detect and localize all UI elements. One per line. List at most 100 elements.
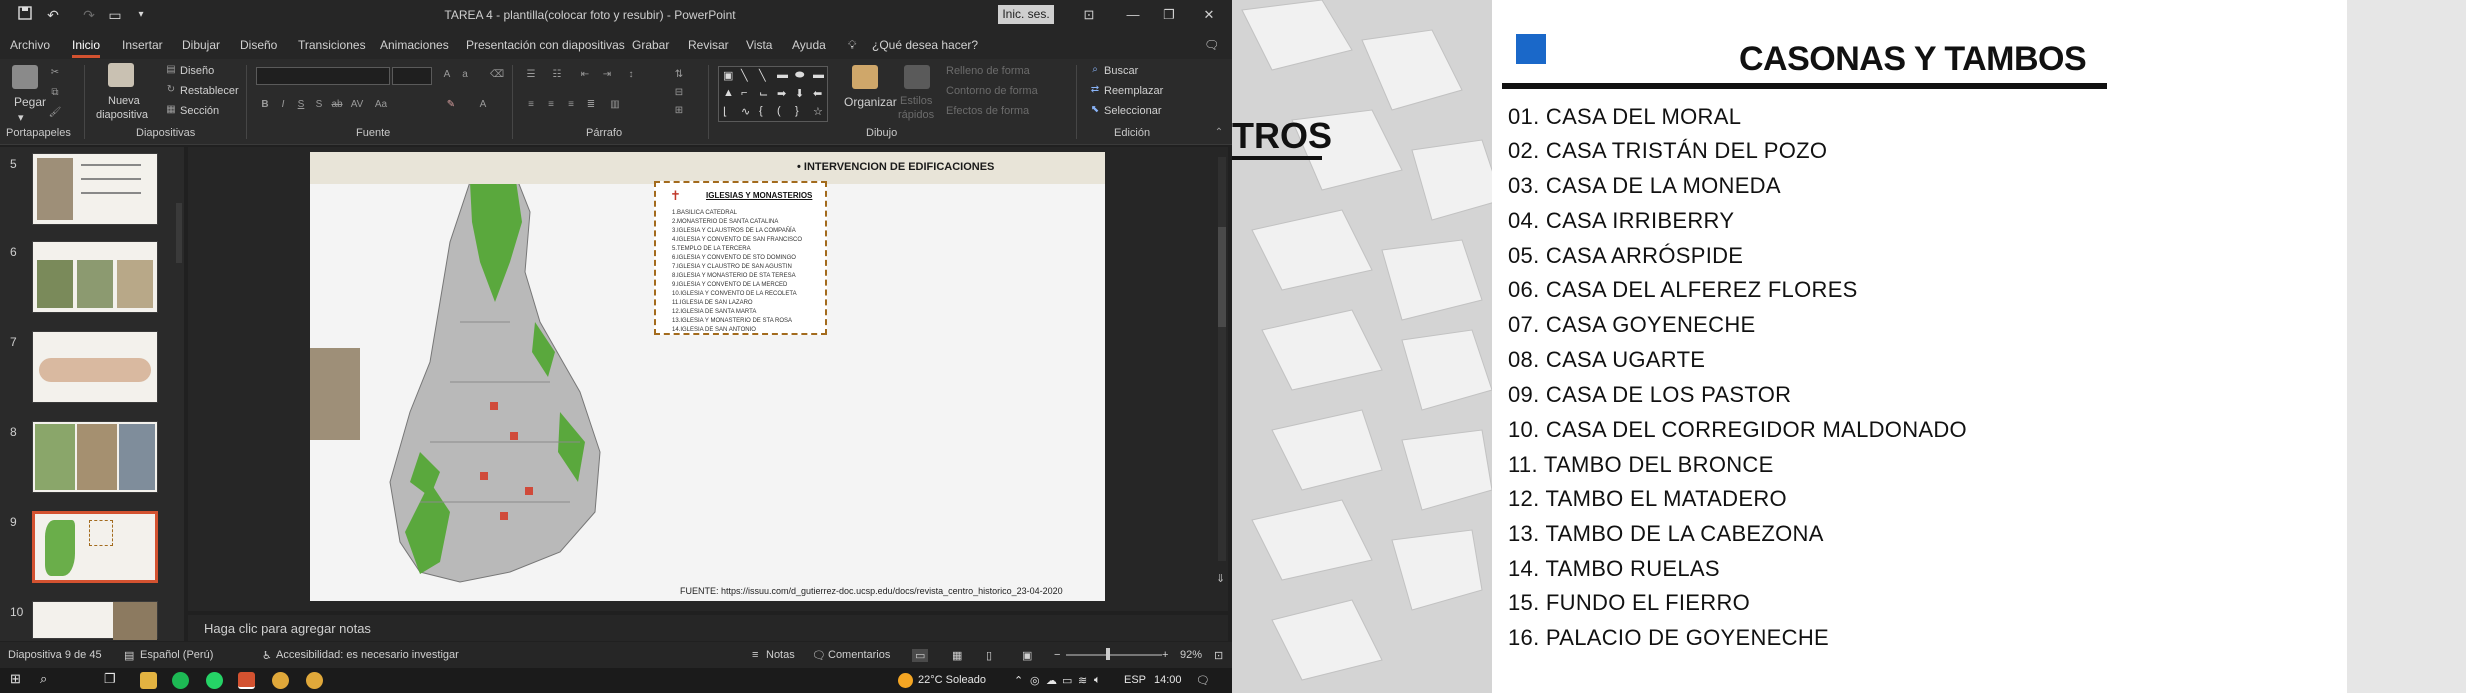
shape-elbow-icon[interactable]: ⌐ (741, 87, 747, 99)
shadow-icon[interactable]: S (312, 99, 326, 111)
zoom-in-button[interactable]: + (1162, 649, 1168, 661)
accessibility-status[interactable]: Accesibilidad: es necesario investigar (276, 649, 459, 661)
tab-grabar[interactable]: Grabar (632, 38, 669, 52)
shapes-gallery[interactable]: ▣ ╲ ╲ ▬ ⬬ ▬ ▲ ⌐ ⌙ ➡ ⬇ ⬅ ⌊ ∿ { ( } ☆ (718, 66, 828, 122)
paste-button[interactable]: Pegar (14, 95, 46, 109)
slide-thumbnail-7[interactable] (32, 331, 158, 403)
quick-styles-button[interactable]: Estilos (900, 95, 932, 107)
battery-icon[interactable]: ▭ (1062, 674, 1072, 687)
line-spacing-icon[interactable]: ↕ (624, 69, 638, 81)
zoom-out-button[interactable]: − (1054, 649, 1060, 661)
slide-thumbnail-9[interactable] (32, 511, 158, 583)
network-icon[interactable]: ◎ (1030, 674, 1040, 687)
spellcheck-icon[interactable]: ▤ (124, 649, 134, 662)
shape-arrow-right-icon[interactable]: ➡ (777, 87, 786, 100)
input-language[interactable]: ESP (1124, 674, 1146, 686)
spotify-icon[interactable] (172, 672, 189, 689)
scroll-down-icon[interactable]: ⇓ (1216, 572, 1225, 585)
shape-textbox-icon[interactable]: ▣ (723, 69, 733, 82)
notes-icon[interactable]: ≡ (752, 649, 758, 661)
canvas-scrollbar[interactable] (1218, 157, 1226, 561)
new-slide-icon[interactable] (108, 63, 134, 87)
comments-status-icon[interactable]: 🗨︎ (812, 649, 826, 662)
slide-thumbnail-5[interactable] (32, 153, 158, 225)
shape-brace2-icon[interactable]: } (795, 105, 799, 117)
copy-icon[interactable]: ⧉ (48, 87, 62, 99)
language-status[interactable]: Español (Perú) (140, 649, 213, 661)
notes-button[interactable]: Notas (766, 649, 795, 661)
quick-styles-icon[interactable] (904, 65, 930, 89)
normal-view-icon[interactable]: ▭ (912, 649, 929, 662)
powerpoint-taskbar-icon[interactable] (238, 672, 255, 689)
replace-button[interactable]: Reemplazar (1104, 85, 1163, 97)
zoom-slider[interactable] (1066, 654, 1162, 656)
slide-sorter-icon[interactable]: ▦ (952, 649, 962, 662)
text-direction-icon[interactable]: ⇅ (672, 69, 686, 81)
shape-callout-icon[interactable]: ⬅ (813, 87, 822, 100)
find-button[interactable]: Buscar (1104, 65, 1138, 77)
shape-rect-icon[interactable]: ▬ (777, 69, 788, 81)
start-slideshow-icon[interactable]: ▭ (106, 6, 124, 24)
notes-pane[interactable]: Haga clic para agregar notas (188, 615, 1228, 641)
format-painter-icon[interactable]: 🖌︎ (48, 107, 62, 119)
clock[interactable]: 14:00 (1154, 674, 1182, 686)
save-icon[interactable] (16, 6, 34, 24)
slide-9[interactable]: • INTERVENCION DE EDIFICACIONES ✝ IGLESI… (310, 152, 1105, 601)
cut-icon[interactable]: ✂ (48, 67, 62, 79)
bold-icon[interactable]: B (258, 99, 272, 111)
shape-fill-button[interactable]: Relleno de forma (946, 65, 1030, 77)
chrome-profile-icon[interactable] (306, 672, 323, 689)
weather-text[interactable]: 22°C Soleado (918, 674, 986, 686)
select-button[interactable]: Seleccionar (1104, 105, 1161, 117)
columns-icon[interactable]: ▥ (608, 99, 622, 111)
redo-icon[interactable]: ↷ (80, 6, 98, 24)
whatsapp-icon[interactable] (206, 672, 223, 689)
fit-to-window-icon[interactable]: ⊡ (1214, 649, 1223, 662)
font-family-input[interactable] (256, 67, 390, 85)
tab-presentacion[interactable]: Presentación con diapositivas (466, 38, 625, 52)
canvas-scroll-thumb[interactable] (1218, 227, 1226, 327)
layout-button[interactable]: Diseño (180, 65, 214, 77)
arrange-icon[interactable] (852, 65, 878, 89)
shape-line2-icon[interactable]: ╲ (759, 69, 766, 82)
customize-toolbar-icon[interactable]: ▾ (132, 6, 150, 24)
decrease-indent-icon[interactable]: ⇤ (578, 69, 592, 81)
collapse-ribbon-icon[interactable]: ⌃ (1212, 127, 1226, 139)
wifi-icon[interactable]: ≋ (1078, 674, 1087, 687)
task-view-icon[interactable]: ❐ (104, 671, 116, 687)
sign-in-button[interactable]: Inic. ses. (998, 5, 1054, 24)
tab-inicio[interactable]: Inicio (72, 38, 101, 58)
tab-revisar[interactable]: Revisar (688, 38, 729, 52)
cloud-icon[interactable]: ☁ (1046, 674, 1057, 687)
highlight-icon[interactable]: ✎ (444, 99, 458, 111)
shape-curve-icon[interactable]: ∿ (741, 105, 750, 118)
slideshow-view-icon[interactable]: ▣ (1022, 649, 1032, 662)
shape-bracket-icon[interactable]: ⌊ (723, 105, 727, 118)
notifications-icon[interactable]: 🗨︎ (1196, 674, 1210, 687)
smartart-icon[interactable]: ⊞ (672, 105, 686, 117)
underline-icon[interactable]: S (294, 99, 308, 111)
paste-dropdown-icon[interactable]: ▾ (18, 111, 24, 124)
close-icon[interactable]: ✕ (1198, 5, 1220, 25)
reading-view-icon[interactable]: ▯ (986, 649, 992, 662)
tab-ayuda[interactable]: Ayuda (792, 38, 826, 52)
align-text-icon[interactable]: ⊟ (672, 87, 686, 99)
clear-format-icon[interactable]: ⌫ (490, 69, 504, 81)
slide-thumbnail-6[interactable] (32, 241, 158, 313)
tab-diseno[interactable]: Diseño (240, 38, 277, 52)
strikethrough-icon[interactable]: ab (330, 99, 344, 111)
system-tray-chevron-icon[interactable]: ⌃ (1014, 674, 1023, 687)
slide-thumbnail-10[interactable] (32, 601, 158, 640)
tab-archivo[interactable]: Archivo (10, 38, 50, 52)
tab-insertar[interactable]: Insertar (122, 38, 163, 52)
tell-me-search[interactable]: ¿Qué desea hacer? (872, 38, 978, 52)
font-color-icon[interactable]: A (476, 99, 490, 111)
align-right-icon[interactable]: ≡ (564, 99, 578, 111)
align-center-icon[interactable]: ≡ (544, 99, 558, 111)
new-slide-button-line2[interactable]: diapositiva (96, 109, 148, 121)
tab-vista[interactable]: Vista (746, 38, 772, 52)
thumbnails-scrollbar[interactable] (176, 203, 182, 263)
shape-effects-button[interactable]: Efectos de forma (946, 105, 1029, 117)
volume-icon[interactable]: 🔈︎ (1094, 674, 1101, 687)
numbering-icon[interactable]: ☷ (550, 69, 564, 81)
